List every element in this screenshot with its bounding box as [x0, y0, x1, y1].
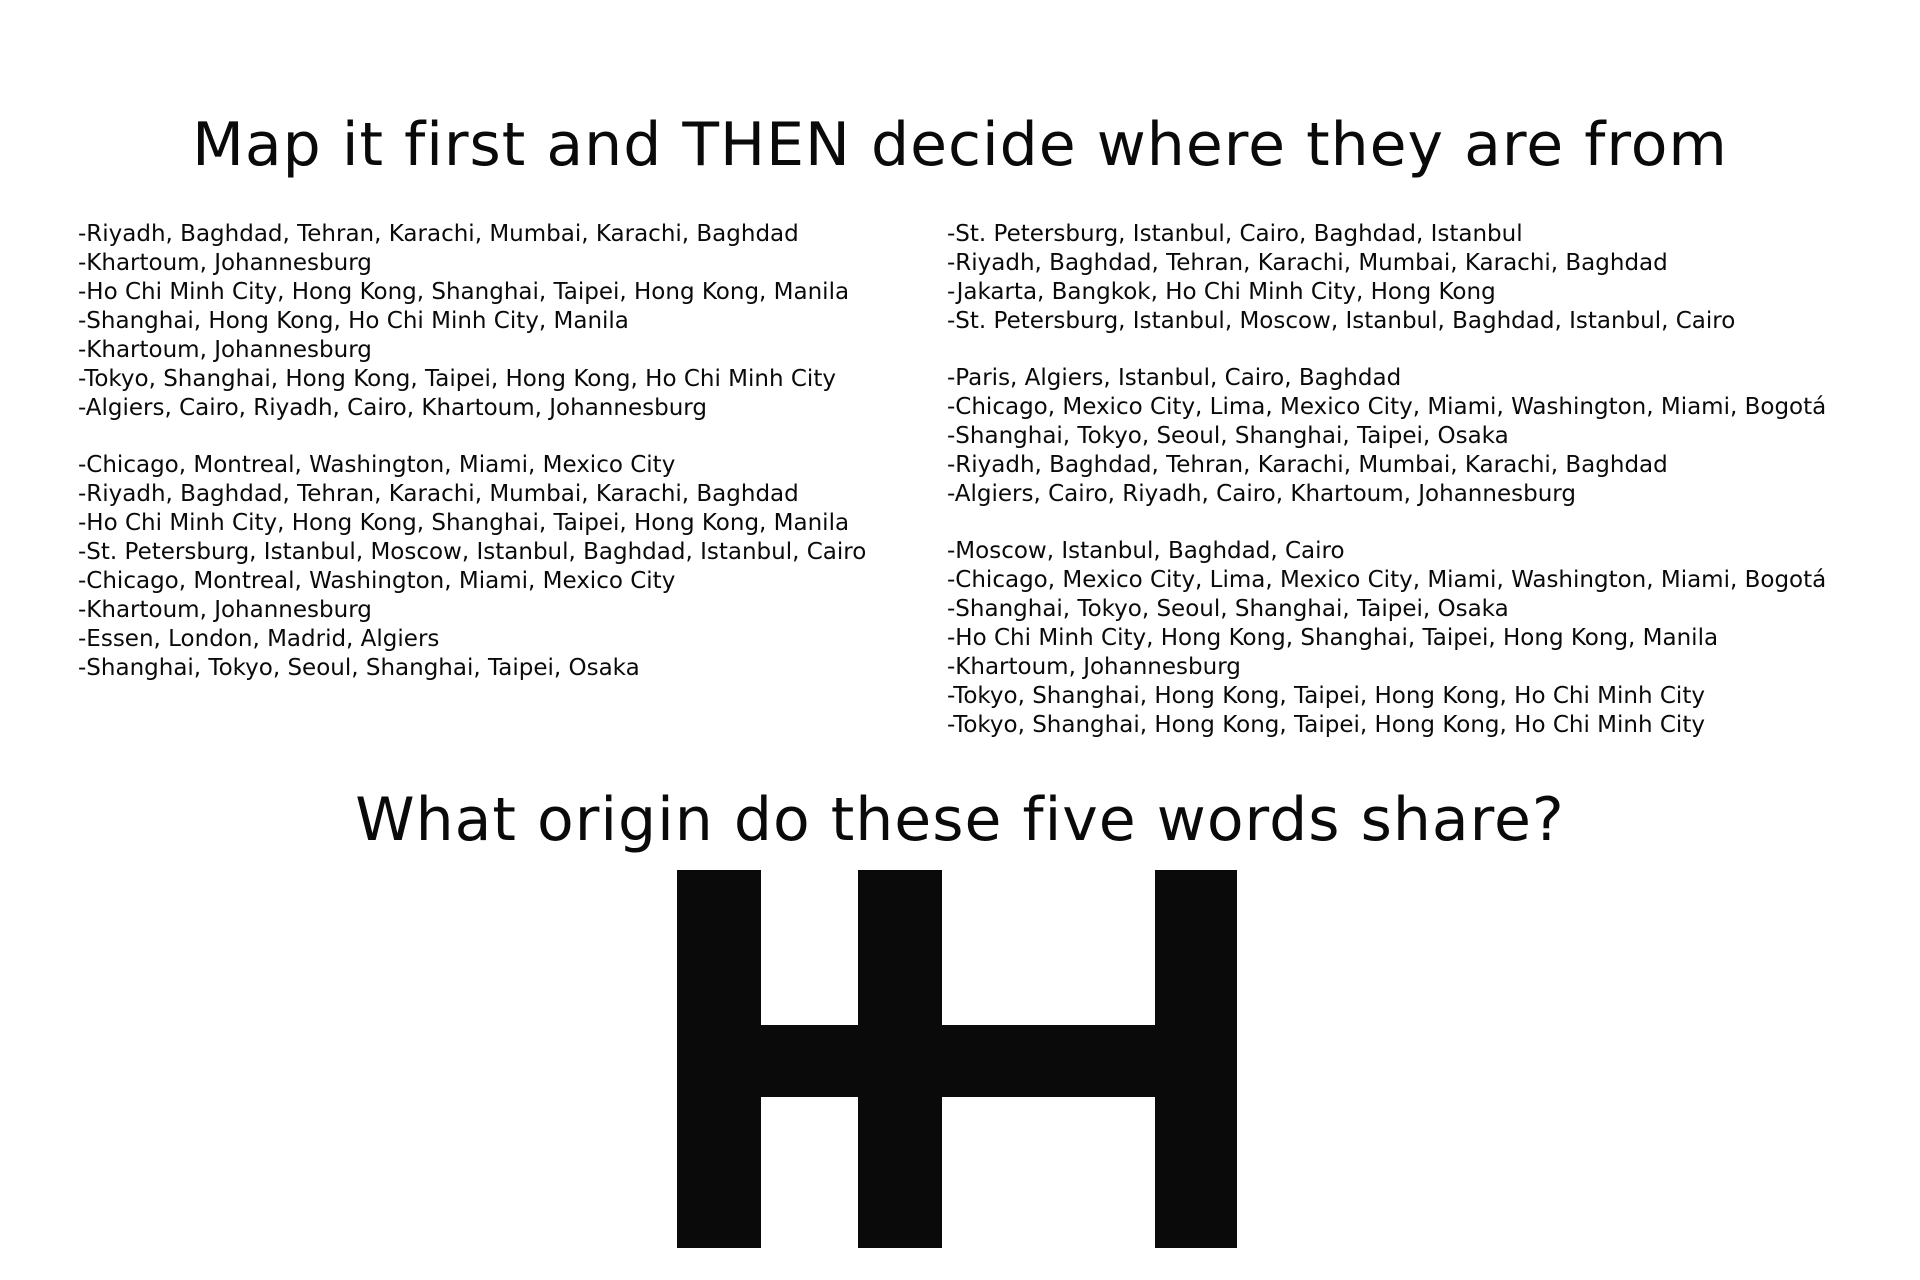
- route-line: -Essen, London, Madrid, Algiers: [78, 626, 440, 652]
- route-line: -Ho Chi Minh City, Hong Kong, Shanghai, …: [78, 279, 850, 305]
- route-line: -Riyadh, Baghdad, Tehran, Karachi, Mumba…: [78, 481, 799, 507]
- route-group: -Moscow, Istanbul, Baghdad, Cairo -Chica…: [947, 537, 1826, 740]
- route-line: -Tokyo, Shanghai, Hong Kong, Taipei, Hon…: [78, 366, 836, 392]
- route-line: -Tokyo, Shanghai, Hong Kong, Taipei, Hon…: [947, 712, 1705, 738]
- route-group: -Riyadh, Baghdad, Tehran, Karachi, Mumba…: [78, 220, 866, 423]
- question-heading: What origin do these five words share?: [355, 785, 1565, 855]
- route-line: -Ho Chi Minh City, Hong Kong, Shanghai, …: [78, 510, 850, 536]
- route-line: -Shanghai, Tokyo, Seoul, Shanghai, Taipe…: [78, 655, 640, 681]
- route-line: -Moscow, Istanbul, Baghdad, Cairo: [947, 538, 1345, 564]
- route-line: -St. Petersburg, Istanbul, Moscow, Istan…: [78, 539, 867, 565]
- glyph-crossbar: [761, 1025, 1155, 1097]
- left-route-list: -Riyadh, Baghdad, Tehran, Karachi, Mumba…: [78, 220, 866, 711]
- route-line: -Chicago, Montreal, Washington, Miami, M…: [78, 568, 676, 594]
- route-line: -Jakarta, Bangkok, Ho Chi Minh City, Hon…: [947, 279, 1496, 305]
- route-line: -St. Petersburg, Istanbul, Cairo, Baghda…: [947, 221, 1523, 247]
- route-line: -Khartoum, Johannesburg: [78, 597, 372, 623]
- route-line: -Riyadh, Baghdad, Tehran, Karachi, Mumba…: [78, 221, 799, 247]
- route-line: -St. Petersburg, Istanbul, Moscow, Istan…: [947, 308, 1736, 334]
- route-line: -Tokyo, Shanghai, Hong Kong, Taipei, Hon…: [947, 683, 1705, 709]
- glyph-left-bar: [677, 870, 761, 1248]
- route-line: -Algiers, Cairo, Riyadh, Cairo, Khartoum…: [78, 395, 707, 421]
- route-group: -St. Petersburg, Istanbul, Cairo, Baghda…: [947, 220, 1826, 336]
- route-line: -Shanghai, Tokyo, Seoul, Shanghai, Taipe…: [947, 423, 1509, 449]
- route-group: -Chicago, Montreal, Washington, Miami, M…: [78, 451, 866, 683]
- route-line: -Riyadh, Baghdad, Tehran, Karachi, Mumba…: [947, 452, 1668, 478]
- route-line: -Riyadh, Baghdad, Tehran, Karachi, Mumba…: [947, 250, 1668, 276]
- page-title: Map it first and THEN decide where they …: [192, 110, 1728, 180]
- route-line: -Khartoum, Johannesburg: [78, 337, 372, 363]
- route-line: -Chicago, Mexico City, Lima, Mexico City…: [947, 394, 1827, 420]
- right-route-list: -St. Petersburg, Istanbul, Cairo, Baghda…: [947, 220, 1826, 768]
- route-line: -Algiers, Cairo, Riyadh, Cairo, Khartoum…: [947, 481, 1576, 507]
- route-line: -Shanghai, Tokyo, Seoul, Shanghai, Taipe…: [947, 596, 1509, 622]
- glyph-right-bar: [1155, 870, 1237, 1248]
- block-glyph: [677, 870, 1237, 1248]
- route-line: -Shanghai, Hong Kong, Ho Chi Minh City, …: [78, 308, 629, 334]
- route-line: -Chicago, Mexico City, Lima, Mexico City…: [947, 567, 1827, 593]
- route-line: -Khartoum, Johannesburg: [78, 250, 372, 276]
- route-line: -Ho Chi Minh City, Hong Kong, Shanghai, …: [947, 625, 1719, 651]
- route-line: -Paris, Algiers, Istanbul, Cairo, Baghda…: [947, 365, 1402, 391]
- route-line: -Chicago, Montreal, Washington, Miami, M…: [78, 452, 676, 478]
- route-group: -Paris, Algiers, Istanbul, Cairo, Baghda…: [947, 364, 1826, 509]
- route-line: -Khartoum, Johannesburg: [947, 654, 1241, 680]
